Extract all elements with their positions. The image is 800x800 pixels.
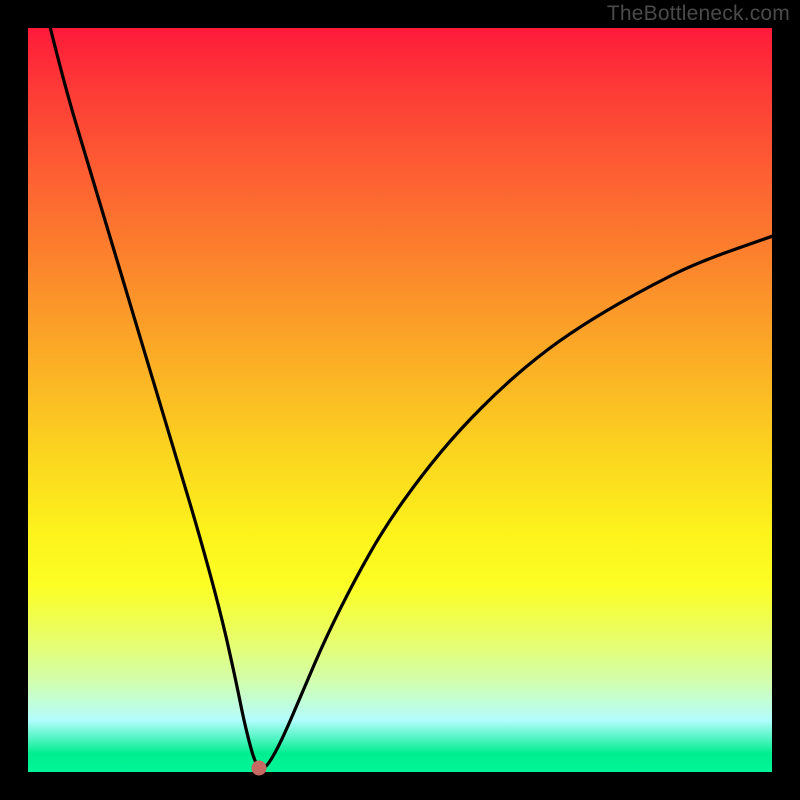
optimal-point-marker <box>251 761 266 776</box>
chart-container: TheBottleneck.com <box>0 0 800 800</box>
curve-svg <box>28 28 772 772</box>
bottleneck-curve-line <box>50 28 772 768</box>
plot-area <box>28 28 772 772</box>
watermark-text: TheBottleneck.com <box>607 2 790 26</box>
